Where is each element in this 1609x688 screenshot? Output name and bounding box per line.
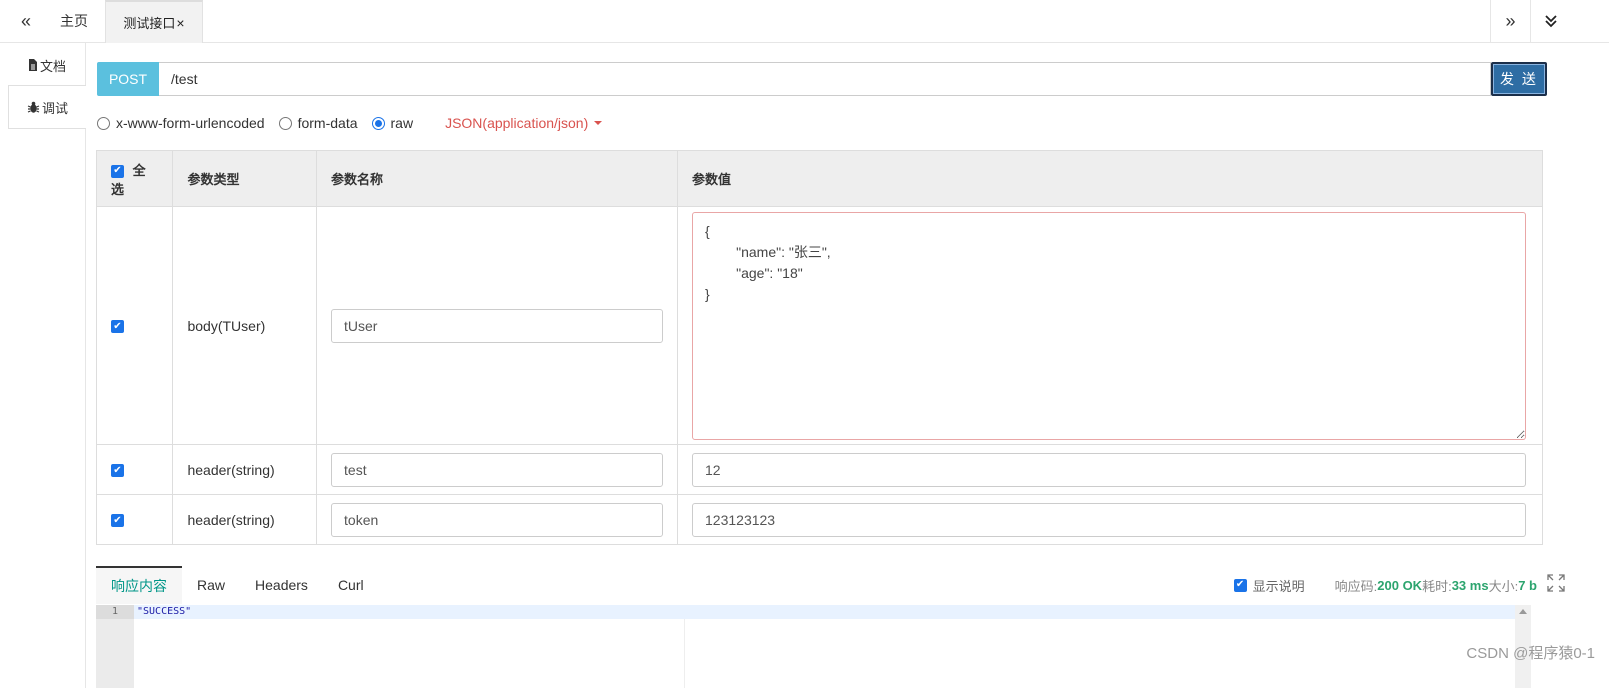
param-name-input[interactable] — [331, 308, 664, 343]
file-icon — [28, 59, 37, 71]
show-desc-label[interactable]: 显示说明 — [1253, 576, 1305, 595]
table-row: ✔ body(TUser) { "name": "张三", "age": "18… — [95, 206, 1543, 445]
radio-label: raw — [390, 115, 414, 131]
chevron-double-down-icon — [1544, 15, 1557, 28]
radio-urlencoded[interactable]: x-www-form-urlencoded — [97, 115, 265, 131]
content-type-label: JSON(application/json) — [445, 115, 589, 131]
response-tabs: 响应内容 Raw Headers Curl — [96, 566, 379, 604]
row-checkbox-cell: ✔ — [95, 494, 174, 545]
status-code-label: 响应码: — [1334, 578, 1378, 594]
radio-raw[interactable]: raw — [371, 115, 414, 131]
response-editor[interactable]: 1 "SUCCESS" — [96, 605, 1531, 688]
tab-curl[interactable]: Curl — [323, 566, 379, 604]
row-checkbox-cell: ✔ — [95, 206, 174, 445]
param-value-cell: { "name": "张三", "age": "18" } — [677, 206, 1543, 445]
tab-raw[interactable]: Raw — [182, 566, 240, 604]
radio-form-data[interactable]: form-data — [278, 115, 358, 131]
table-row: ✔ header(string) — [95, 494, 1543, 545]
size-value: 7 b — [1518, 577, 1537, 593]
caret-down-icon — [594, 121, 603, 125]
watermark: CSDN @程序猿0-1 — [1466, 645, 1595, 662]
table-header-row: ✔ 全选 参数类型 参数名称 参数值 — [95, 150, 1543, 207]
sidebar: 文档 调试 — [0, 43, 86, 688]
param-type: header(string) — [172, 444, 318, 495]
radio-circle-selected[interactable] — [371, 116, 385, 130]
param-value-cell — [677, 494, 1543, 545]
send-button[interactable]: 发 送 — [1491, 62, 1547, 96]
close-icon[interactable]: × — [176, 15, 184, 31]
line-number: 1 — [96, 605, 134, 619]
table-row: ✔ header(string) — [95, 444, 1543, 495]
row-checkbox[interactable]: ✔ — [111, 464, 124, 478]
status-code-value: 200 OK — [1377, 577, 1423, 593]
select-all-checkbox[interactable]: ✔ — [111, 164, 124, 178]
params-table: ✔ 全选 参数类型 参数名称 参数值 ✔ body(TUser) { "name… — [95, 150, 1543, 545]
code-line[interactable]: "SUCCESS" — [134, 605, 1515, 619]
col-param-value: 参数值 — [677, 150, 1543, 207]
time-label: 耗时: — [1422, 578, 1452, 594]
row-checkbox[interactable]: ✔ — [111, 320, 124, 334]
size-label: 大小: — [1488, 578, 1519, 594]
response-info: ✔ 显示说明 响应码: 200 OK 耗时: 33 ms 大小: 7 b — [1233, 576, 1537, 595]
content-type-dropdown[interactable]: JSON(application/json) — [445, 115, 603, 131]
tabs-menu-icon[interactable] — [1530, 0, 1570, 42]
select-all-header: ✔ 全选 — [95, 150, 174, 207]
row-checkbox[interactable]: ✔ — [111, 514, 124, 528]
param-type: header(string) — [172, 494, 318, 545]
param-type: body(TUser) — [172, 206, 318, 445]
request-url-row: POST 发 送 — [97, 62, 1547, 96]
url-input[interactable] — [159, 62, 1491, 96]
param-name-cell — [316, 494, 679, 545]
tab-home[interactable]: 主页 — [47, 0, 101, 42]
method-badge: POST — [97, 62, 159, 96]
tab-bar: « 主页 测试接口 × » — [0, 0, 1609, 43]
col-param-type: 参数类型 — [172, 150, 318, 207]
param-value-input[interactable] — [692, 452, 1527, 487]
param-name-input[interactable] — [331, 452, 664, 487]
radio-label: form-data — [297, 115, 358, 131]
tab-test-api-label: 测试接口 — [123, 16, 176, 31]
col-param-name: 参数名称 — [316, 150, 679, 207]
sidebar-item-label: 调试 — [41, 100, 68, 116]
body-type-selector: x-www-form-urlencoded form-data raw JSON… — [97, 113, 603, 133]
bug-icon — [27, 101, 40, 113]
param-name-cell — [316, 444, 679, 495]
sidebar-item-debug[interactable]: 调试 — [8, 85, 86, 129]
param-value-input[interactable] — [692, 502, 1527, 537]
fullscreen-icon[interactable] — [1547, 574, 1565, 592]
radio-circle[interactable] — [278, 116, 292, 130]
scroll-up-icon[interactable] — [1519, 609, 1527, 614]
tab-test-api[interactable]: 测试接口 × — [105, 0, 203, 43]
param-name-cell — [316, 206, 679, 445]
radio-label: x-www-form-urlencoded — [116, 115, 265, 131]
print-margin — [684, 619, 685, 688]
scroll-tabs-right-icon[interactable]: » — [1490, 0, 1530, 42]
sidebar-item-label: 文档 — [39, 58, 66, 74]
show-desc-checkbox[interactable]: ✔ — [1233, 578, 1247, 592]
tab-headers[interactable]: Headers — [240, 566, 323, 604]
param-value-cell — [677, 444, 1543, 495]
time-value: 33 ms — [1451, 577, 1489, 593]
body-json-textarea[interactable]: { "name": "张三", "age": "18" } — [692, 211, 1527, 440]
row-checkbox-cell: ✔ — [95, 444, 174, 495]
radio-circle[interactable] — [97, 116, 110, 130]
scroll-tabs-left-icon[interactable]: « — [6, 0, 46, 42]
sidebar-item-doc[interactable]: 文档 — [8, 43, 86, 87]
tab-response-content[interactable]: 响应内容 — [96, 566, 182, 604]
param-name-input[interactable] — [331, 502, 664, 537]
